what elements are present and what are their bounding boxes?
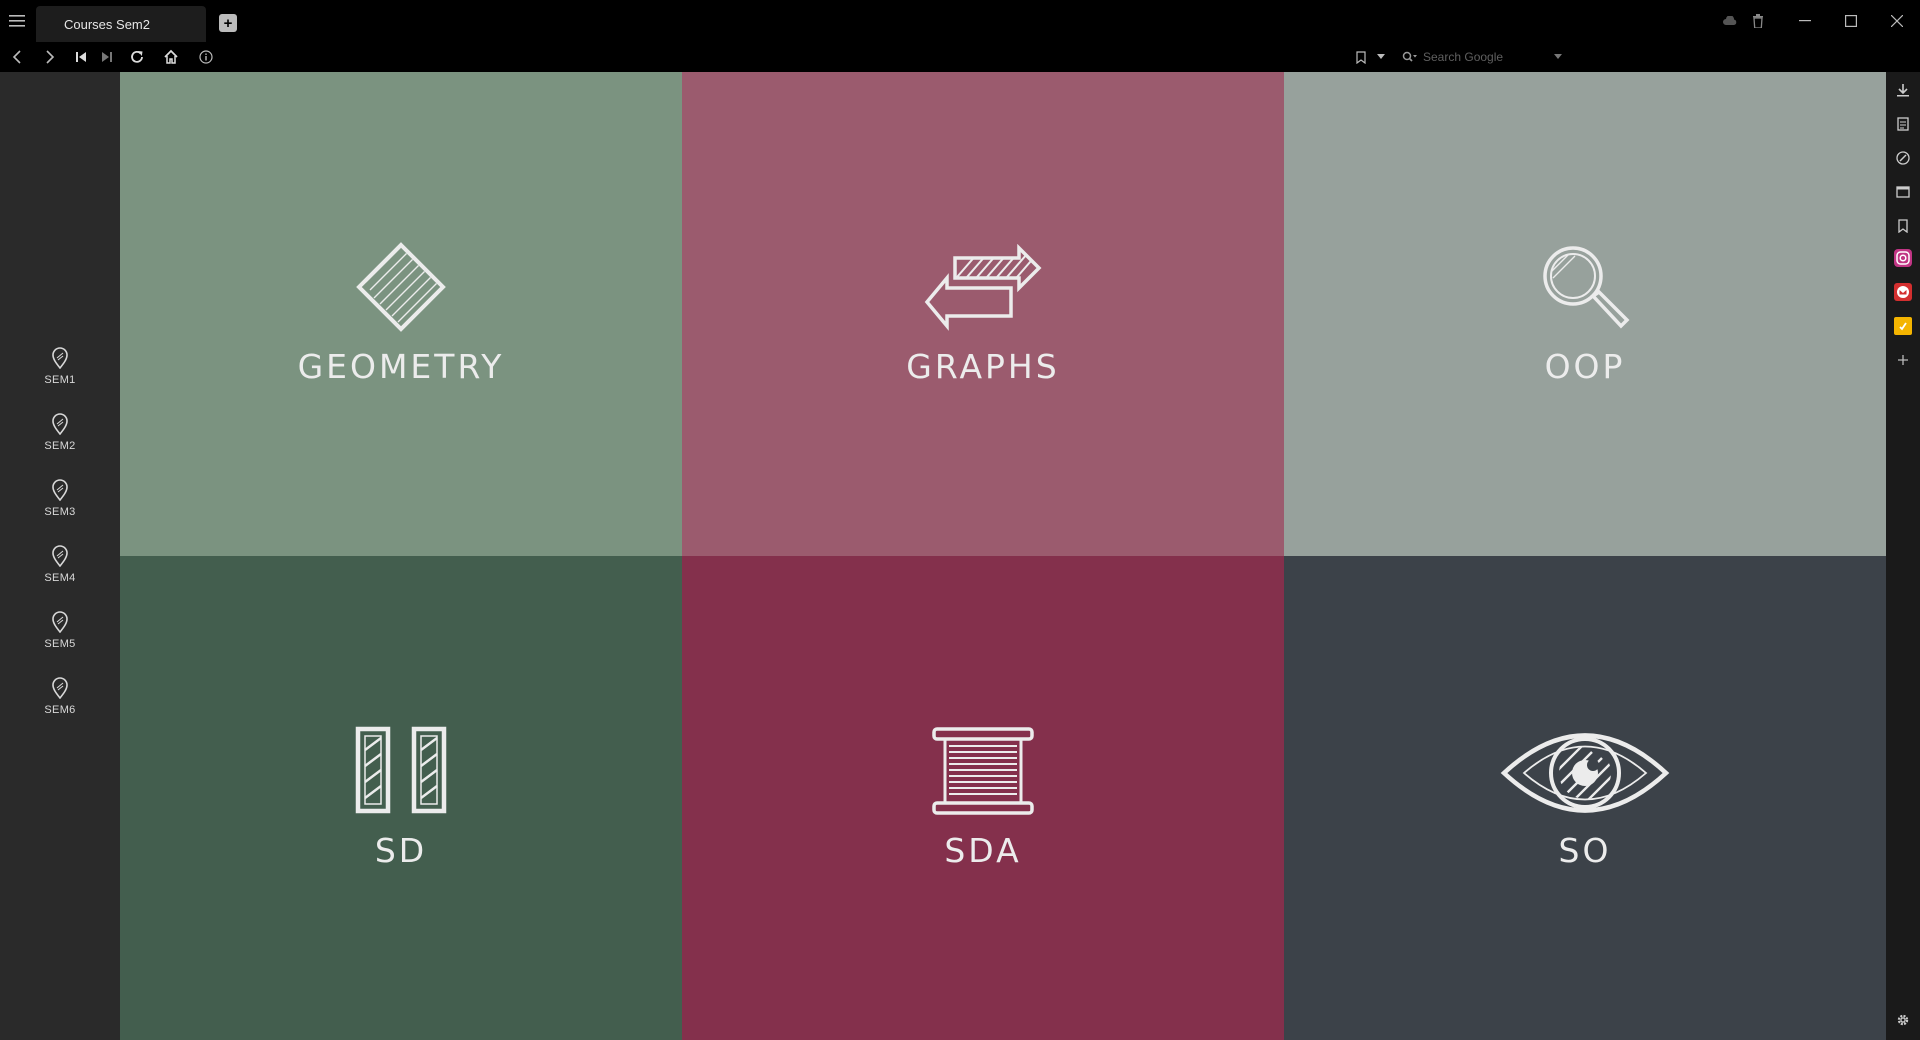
tile-title: SO — [1558, 831, 1612, 870]
tile-title: OOP — [1544, 347, 1626, 386]
forward-chevron-right-icon[interactable] — [39, 46, 61, 68]
search-input[interactable] — [1420, 50, 1550, 64]
window-controls — [1716, 0, 1920, 42]
sidebar-item-label: SEM3 — [44, 506, 76, 518]
bookmark-panel-icon[interactable] — [1893, 216, 1913, 236]
tile-oop[interactable]: OOP — [1284, 72, 1886, 556]
tab-courses-sem2[interactable]: Courses Sem2 — [36, 6, 206, 42]
arrows-exchange-icon — [921, 243, 1045, 337]
fastforward-skip-forward-icon[interactable] — [96, 46, 118, 68]
sidebar-item-sem6[interactable]: SEM6 — [0, 674, 120, 730]
tile-title: GRAPHS — [906, 347, 1060, 386]
add-panel-plus-icon[interactable] — [1893, 350, 1913, 370]
search-engine-icon[interactable] — [1400, 51, 1420, 63]
map-pin-icon — [51, 410, 69, 438]
sidebar-item-label: SEM4 — [44, 572, 76, 584]
spool-icon — [931, 726, 1035, 821]
home-icon[interactable] — [160, 46, 182, 68]
download-icon[interactable] — [1893, 80, 1913, 100]
rewind-skip-back-icon[interactable] — [70, 46, 92, 68]
sidebar-item-sem3[interactable]: SEM3 — [0, 476, 120, 532]
map-pin-icon — [51, 344, 69, 372]
minimize-button[interactable] — [1782, 0, 1828, 42]
search-dropdown-chevron-down-icon[interactable] — [1550, 54, 1566, 60]
tile-sda[interactable]: SDA — [682, 556, 1284, 1040]
hamburger-menu-icon[interactable] — [6, 10, 28, 32]
navigation-toolbar — [0, 42, 1920, 72]
side-panel-bar — [1886, 72, 1920, 1040]
history-icon[interactable] — [1893, 148, 1913, 168]
tile-graphs[interactable]: GRAPHS — [682, 72, 1284, 556]
mail-icon[interactable] — [1893, 282, 1913, 302]
course-tiles-grid: GEOMETRY GRAPHS OOP SD SDA SO — [120, 72, 1886, 1040]
tile-geometry[interactable]: GEOMETRY — [120, 72, 682, 556]
tile-sd[interactable]: SD — [120, 556, 682, 1040]
cloud-sync-icon[interactable] — [1716, 0, 1744, 42]
sidebar-item-sem2[interactable]: SEM2 — [0, 410, 120, 466]
map-pin-icon — [51, 542, 69, 570]
notes-icon[interactable] — [1893, 114, 1913, 134]
tab-title: Courses Sem2 — [64, 16, 150, 32]
sidebar-item-sem5[interactable]: SEM5 — [0, 608, 120, 664]
close-button[interactable] — [1874, 0, 1920, 42]
new-tab-plus-icon[interactable]: + — [219, 14, 237, 32]
sidebar-item-label: SEM2 — [44, 440, 76, 452]
keep-notes-icon[interactable] — [1893, 316, 1913, 336]
map-pin-icon — [51, 674, 69, 702]
trash-icon[interactable] — [1744, 0, 1772, 42]
sidebar-item-label: SEM5 — [44, 638, 76, 650]
columns-icon — [355, 726, 447, 819]
title-bar: Courses Sem2 + — [0, 0, 1920, 42]
sidebar-item-sem1[interactable]: SEM1 — [0, 344, 120, 400]
search-field — [1400, 45, 1574, 69]
sidebar-item-sem4[interactable]: SEM4 — [0, 542, 120, 598]
back-chevron-left-icon[interactable] — [6, 46, 28, 68]
sidebar-item-label: SEM6 — [44, 704, 76, 716]
sidebar-item-label: SEM1 — [44, 374, 76, 386]
eye-icon — [1500, 728, 1670, 823]
bookmark-page-icon[interactable] — [1350, 46, 1372, 68]
tile-title: GEOMETRY — [297, 347, 505, 386]
semester-sidebar: SEM1 SEM2 SEM3 SEM4 SEM5 SEM6 — [0, 72, 120, 1040]
diamond-icon — [356, 242, 446, 337]
page-info-icon[interactable] — [195, 46, 217, 68]
gear-icon[interactable] — [1893, 1010, 1913, 1030]
magnifier-icon — [1539, 242, 1631, 339]
map-pin-icon — [51, 608, 69, 636]
window-panel-icon[interactable] — [1893, 182, 1913, 202]
map-pin-icon — [51, 476, 69, 504]
tile-title: SD — [374, 831, 428, 870]
reload-icon[interactable] — [126, 46, 148, 68]
tile-so[interactable]: SO — [1284, 556, 1886, 1040]
maximize-button[interactable] — [1828, 0, 1874, 42]
instagram-icon[interactable] — [1893, 248, 1913, 268]
bookmark-dropdown-chevron-down-icon[interactable] — [1374, 46, 1388, 68]
tile-title: SDA — [944, 831, 1022, 870]
